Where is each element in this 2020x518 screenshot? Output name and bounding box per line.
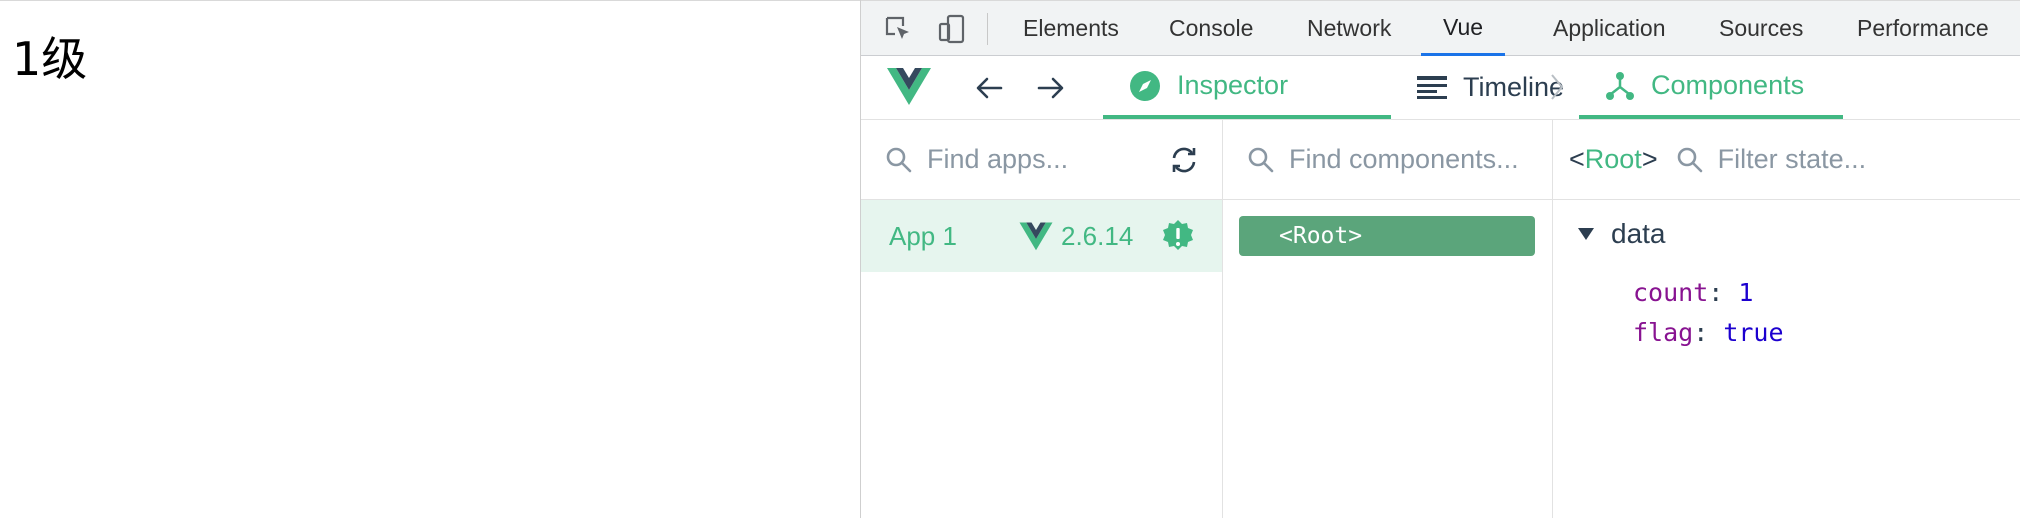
search-icon: [1247, 146, 1275, 174]
data-section-toggle[interactable]: data: [1577, 218, 1666, 250]
compass-icon: [1129, 70, 1161, 102]
vue-devtools-toolbar: Inspector Timeline Components: [861, 56, 2020, 120]
tab-inspector[interactable]: Inspector: [1103, 56, 1391, 119]
app-list-item[interactable]: App 1 2.6.14: [861, 200, 1222, 272]
field-key: count: [1633, 278, 1709, 307]
root-component-node[interactable]: <Root>: [1239, 216, 1535, 256]
state-header-row: <Root>: [1553, 120, 2020, 200]
state-panel: <Root> data count: 1 flag: true: [1553, 120, 2020, 518]
find-apps-input[interactable]: [927, 144, 1147, 175]
state-field-row[interactable]: flag: true: [1633, 318, 1784, 347]
refresh-icon[interactable]: [1168, 144, 1200, 181]
field-key: flag: [1633, 318, 1694, 347]
inspector-label: Inspector: [1177, 70, 1289, 100]
apps-search-row: [861, 120, 1222, 200]
search-icon: [885, 146, 913, 174]
apps-panel: App 1 2.6.14: [861, 120, 1223, 518]
tab-elements[interactable]: Elements: [1001, 1, 1141, 56]
state-field-row[interactable]: count: 1: [1633, 278, 1753, 307]
inspect-element-icon[interactable]: [881, 13, 915, 45]
caret-down-icon: [1577, 227, 1595, 241]
toolbar-divider: [987, 13, 988, 45]
page-heading: 1级: [12, 32, 88, 86]
chevron-right-icon: [1549, 72, 1565, 107]
vue-logo-icon: [887, 66, 931, 111]
components-search-row: [1223, 120, 1552, 200]
filter-state-input[interactable]: [1717, 144, 1908, 175]
field-value: true: [1723, 318, 1784, 347]
devtools-tabbar: Elements Console Network Vue Application…: [861, 0, 2020, 56]
page-viewport: 1级: [0, 0, 860, 518]
devtools-panel: Elements Console Network Vue Application…: [860, 0, 2020, 518]
tab-network[interactable]: Network: [1285, 1, 1413, 56]
app-name: App 1: [889, 220, 957, 251]
forward-arrow-icon[interactable]: [1033, 72, 1069, 104]
vue-logo-icon: [1019, 221, 1053, 251]
find-components-input[interactable]: [1289, 144, 1539, 175]
component-tree-icon: [1605, 71, 1635, 101]
field-value: 1: [1738, 278, 1754, 307]
tab-performance[interactable]: Performance: [1835, 1, 2011, 56]
tab-components[interactable]: Components: [1579, 56, 1843, 119]
components-label: Components: [1651, 70, 1805, 100]
app-version: 2.6.14: [1061, 220, 1134, 251]
tab-console[interactable]: Console: [1147, 1, 1275, 56]
warning-badge-icon[interactable]: [1160, 219, 1196, 260]
selected-component-name: <Root>: [1569, 144, 1658, 174]
tab-vue[interactable]: Vue: [1421, 1, 1506, 56]
tab-application[interactable]: Application: [1531, 1, 1688, 56]
device-toolbar-icon[interactable]: [935, 13, 969, 45]
timeline-icon: [1417, 75, 1447, 101]
back-arrow-icon[interactable]: [971, 72, 1007, 104]
components-panel: <Root>: [1223, 120, 1553, 518]
search-icon: [1676, 146, 1704, 174]
tab-sources[interactable]: Sources: [1697, 1, 1825, 56]
section-label: data: [1611, 218, 1666, 249]
